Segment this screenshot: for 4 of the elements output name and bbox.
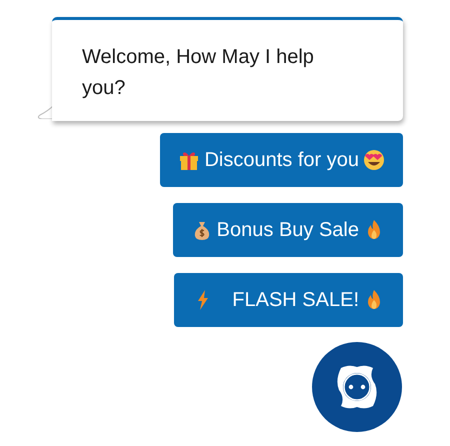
welcome-message: Welcome, How May I help you? <box>82 45 315 101</box>
quick-reply-button[interactable]: Discounts for you <box>160 133 403 187</box>
quick-reply-button[interactable]: Bonus Buy Sale <box>172 203 403 257</box>
quick-reply-button[interactable]: FLASH SALE! <box>174 273 403 327</box>
